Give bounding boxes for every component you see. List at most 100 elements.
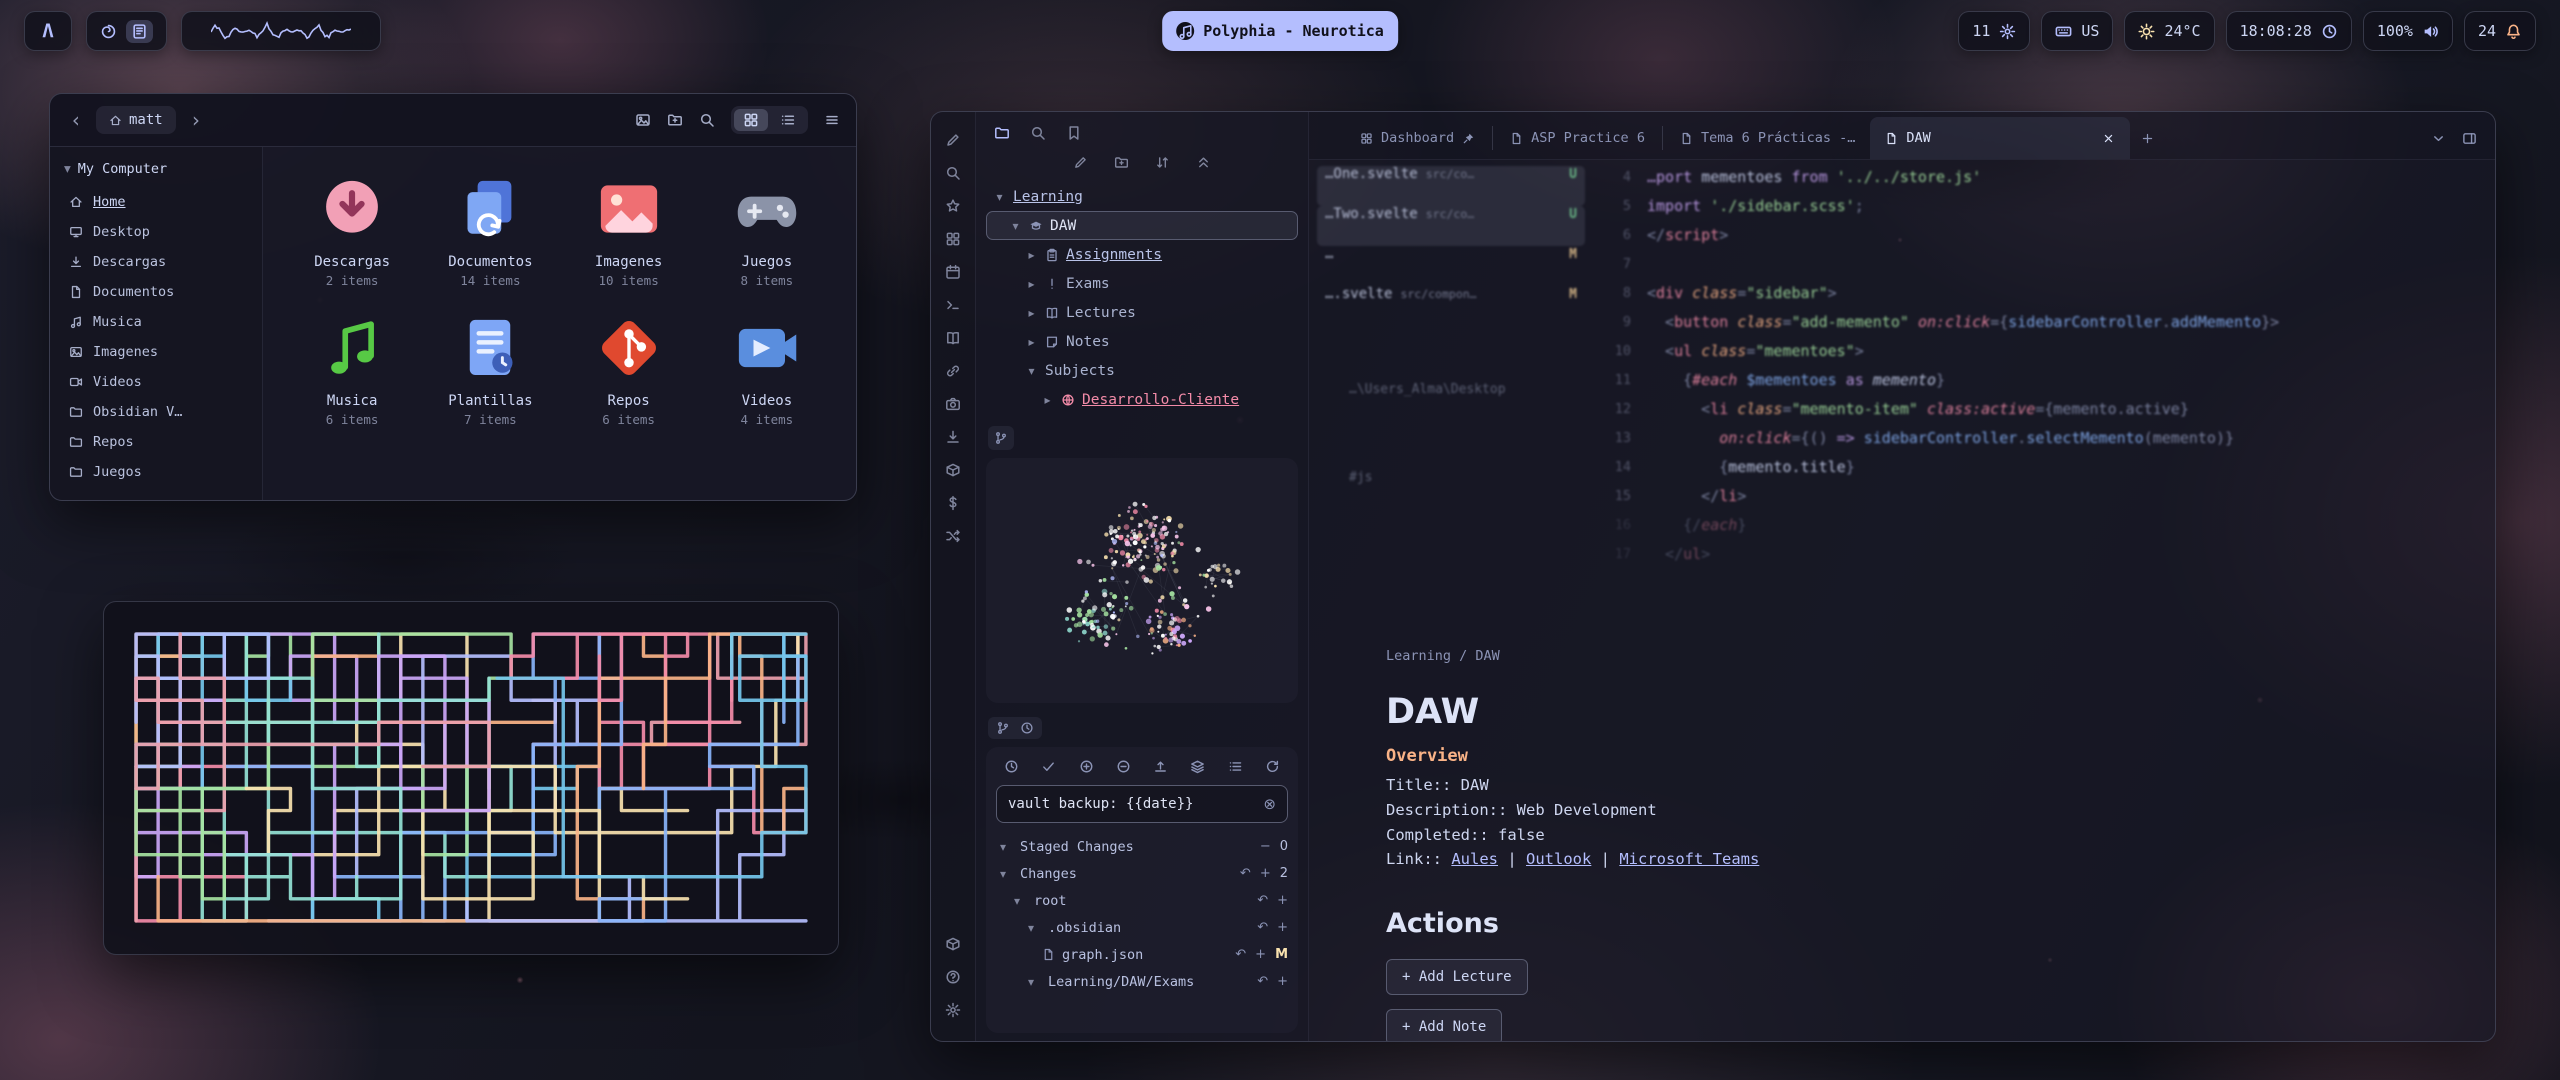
- fm-sidebar-item-musica[interactable]: Musica: [60, 307, 252, 337]
- git-minus-circle-icon[interactable]: [1116, 759, 1131, 774]
- updates-widget[interactable]: 11: [1958, 11, 2030, 51]
- git-row-root[interactable]: ▾root↶+: [996, 887, 1288, 914]
- graph-pane-icon[interactable]: [988, 426, 1014, 450]
- toggle-right-sidebar-icon[interactable]: [2462, 131, 2477, 146]
- folder-imagenes[interactable]: Imagenes10 items: [560, 173, 698, 288]
- pane-tab-folder-icon[interactable]: [994, 125, 1010, 141]
- ribbon-link-icon[interactable]: [939, 357, 967, 385]
- local-graph-panel[interactable]: [986, 458, 1298, 703]
- fm-sidebar-item-imagenes[interactable]: Imagenes: [60, 337, 252, 367]
- ribbon-search-icon[interactable]: [939, 159, 967, 187]
- explorer-item-daw[interactable]: ▾DAW: [986, 211, 1298, 240]
- workspaces-widget[interactable]: [86, 11, 167, 51]
- ribbon-gear-icon[interactable]: [939, 996, 967, 1024]
- sidebar-header[interactable]: ▾ My Computer: [64, 161, 248, 177]
- fm-sidebar-item-juegos[interactable]: Juegos: [60, 457, 252, 487]
- explorer-item-assignments[interactable]: ▸Assignments: [986, 240, 1298, 269]
- stage-icon[interactable]: +: [1260, 866, 1271, 881]
- ribbon-box-icon[interactable]: [939, 930, 967, 958]
- explorer-item-notes[interactable]: ▸Notes: [986, 327, 1298, 356]
- folder-musica[interactable]: Musica6 items: [283, 312, 421, 427]
- stage-icon[interactable]: +: [1277, 920, 1288, 935]
- list-view-button[interactable]: [771, 109, 805, 131]
- close-tab-icon[interactable]: [2102, 132, 2115, 145]
- stage-icon[interactable]: +: [1277, 974, 1288, 989]
- back-button[interactable]: ‹: [66, 108, 86, 132]
- volume-widget[interactable]: 100%: [2363, 11, 2453, 51]
- link-outlook[interactable]: Outlook: [1526, 850, 1591, 868]
- notifications-widget[interactable]: 24: [2464, 11, 2536, 51]
- explorer-folder-plus-icon[interactable]: [1114, 155, 1129, 170]
- media-widget[interactable]: Polyphia - Neurotica: [1162, 11, 1398, 51]
- add-note-button[interactable]: + Add Note: [1386, 1009, 1502, 1041]
- explorer-item-exams[interactable]: ▸Exams: [986, 269, 1298, 298]
- tab-asp-practice-6[interactable]: ASP Practice 6: [1495, 117, 1660, 159]
- pane-tab-search-icon[interactable]: [1030, 125, 1046, 141]
- git-layers-icon[interactable]: [1190, 759, 1205, 774]
- stage-icon[interactable]: +: [1255, 947, 1266, 962]
- image-icon[interactable]: [635, 112, 651, 128]
- explorer-sort-icon[interactable]: [1155, 155, 1170, 170]
- folder-descargas[interactable]: Descargas2 items: [283, 173, 421, 288]
- pane-tab-bookmark-icon[interactable]: [1066, 125, 1082, 141]
- ribbon-shuffle-icon[interactable]: [939, 522, 967, 550]
- discard-icon[interactable]: ↶: [1257, 893, 1268, 908]
- git-clock-icon[interactable]: [1004, 759, 1019, 774]
- discard-icon[interactable]: ↶: [1235, 947, 1246, 962]
- explorer-collapse-icon[interactable]: [1196, 155, 1211, 170]
- git-row-obsidian[interactable]: ▾.obsidian↶+: [996, 914, 1288, 941]
- forward-button[interactable]: ›: [186, 108, 206, 132]
- clear-commit-icon[interactable]: ⊗: [1263, 795, 1276, 813]
- link-aules[interactable]: Aules: [1451, 850, 1498, 868]
- breadcrumb[interactable]: matt: [96, 106, 176, 134]
- explorer-item-subjects[interactable]: ▾Subjects: [986, 356, 1298, 385]
- ribbon-help-icon[interactable]: [939, 963, 967, 991]
- ribbon-box-icon[interactable]: [939, 456, 967, 484]
- fm-sidebar-item-obsidian-v[interactable]: Obsidian V…: [60, 397, 252, 427]
- new-tab-button[interactable]: [2130, 117, 2165, 159]
- ribbon-calendar-icon[interactable]: [939, 258, 967, 286]
- workspace-swirl-icon[interactable]: [100, 23, 117, 40]
- git-check-icon[interactable]: [1041, 759, 1056, 774]
- ribbon-terminal-icon[interactable]: [939, 291, 967, 319]
- git-refresh-icon[interactable]: [1265, 759, 1280, 774]
- discard-icon[interactable]: ↶: [1240, 866, 1251, 881]
- ribbon-star-icon[interactable]: [939, 192, 967, 220]
- ribbon-download-icon[interactable]: [939, 423, 967, 451]
- fm-sidebar-item-repos[interactable]: Repos: [60, 427, 252, 457]
- explorer-pencil-icon[interactable]: [1073, 155, 1088, 170]
- add-lecture-button[interactable]: + Add Lecture: [1386, 959, 1528, 995]
- weather-widget[interactable]: 24°C: [2124, 11, 2214, 51]
- git-upload-icon[interactable]: [1153, 759, 1168, 774]
- graph-view[interactable]: [986, 458, 1298, 703]
- editor-area[interactable]: …One.sveltesrc/co…U…Two.sveltesrc/co…U…M…: [1309, 160, 2495, 1041]
- explorer-item-lectures[interactable]: ▸Lectures: [986, 298, 1298, 327]
- git-row-staged-changes[interactable]: ▾Staged Changes−0: [996, 833, 1288, 860]
- note-breadcrumb[interactable]: Learning / DAW: [1386, 648, 2206, 664]
- link-microsoft-teams[interactable]: Microsoft Teams: [1619, 850, 1759, 868]
- stage-icon[interactable]: +: [1277, 893, 1288, 908]
- search-icon[interactable]: [699, 112, 715, 128]
- folder-juegos[interactable]: Juegos8 items: [698, 173, 836, 288]
- git-branch-icon[interactable]: [996, 721, 1010, 735]
- git-row-graph-json[interactable]: graph.json↶+M: [996, 941, 1288, 968]
- unstage-icon[interactable]: −: [1260, 839, 1271, 854]
- fm-sidebar-item-descargas[interactable]: Descargas: [60, 247, 252, 277]
- discard-icon[interactable]: ↶: [1257, 974, 1268, 989]
- ribbon-book-icon[interactable]: [939, 324, 967, 352]
- menu-icon[interactable]: [824, 112, 840, 128]
- git-row-learning-daw-exams[interactable]: ▾Learning/DAW/Exams↶+: [996, 968, 1288, 995]
- tab-list-icon[interactable]: [2431, 131, 2446, 146]
- fm-sidebar-item-home[interactable]: Home: [60, 187, 252, 217]
- launcher-button[interactable]: Λ: [24, 11, 72, 51]
- discard-icon[interactable]: ↶: [1257, 920, 1268, 935]
- fm-sidebar-item-desktop[interactable]: Desktop: [60, 217, 252, 247]
- ribbon-pencil-icon[interactable]: [939, 126, 967, 154]
- commit-message-input[interactable]: vault backup: {{date}} ⊗: [996, 785, 1288, 823]
- git-plus-circle-icon[interactable]: [1079, 759, 1094, 774]
- fm-sidebar-item-documentos[interactable]: Documentos: [60, 277, 252, 307]
- folder-videos[interactable]: Videos4 items: [698, 312, 836, 427]
- workspace-notes-icon[interactable]: [126, 20, 153, 43]
- tab-dashboard[interactable]: Dashboard: [1345, 117, 1490, 159]
- new-folder-icon[interactable]: [667, 112, 683, 128]
